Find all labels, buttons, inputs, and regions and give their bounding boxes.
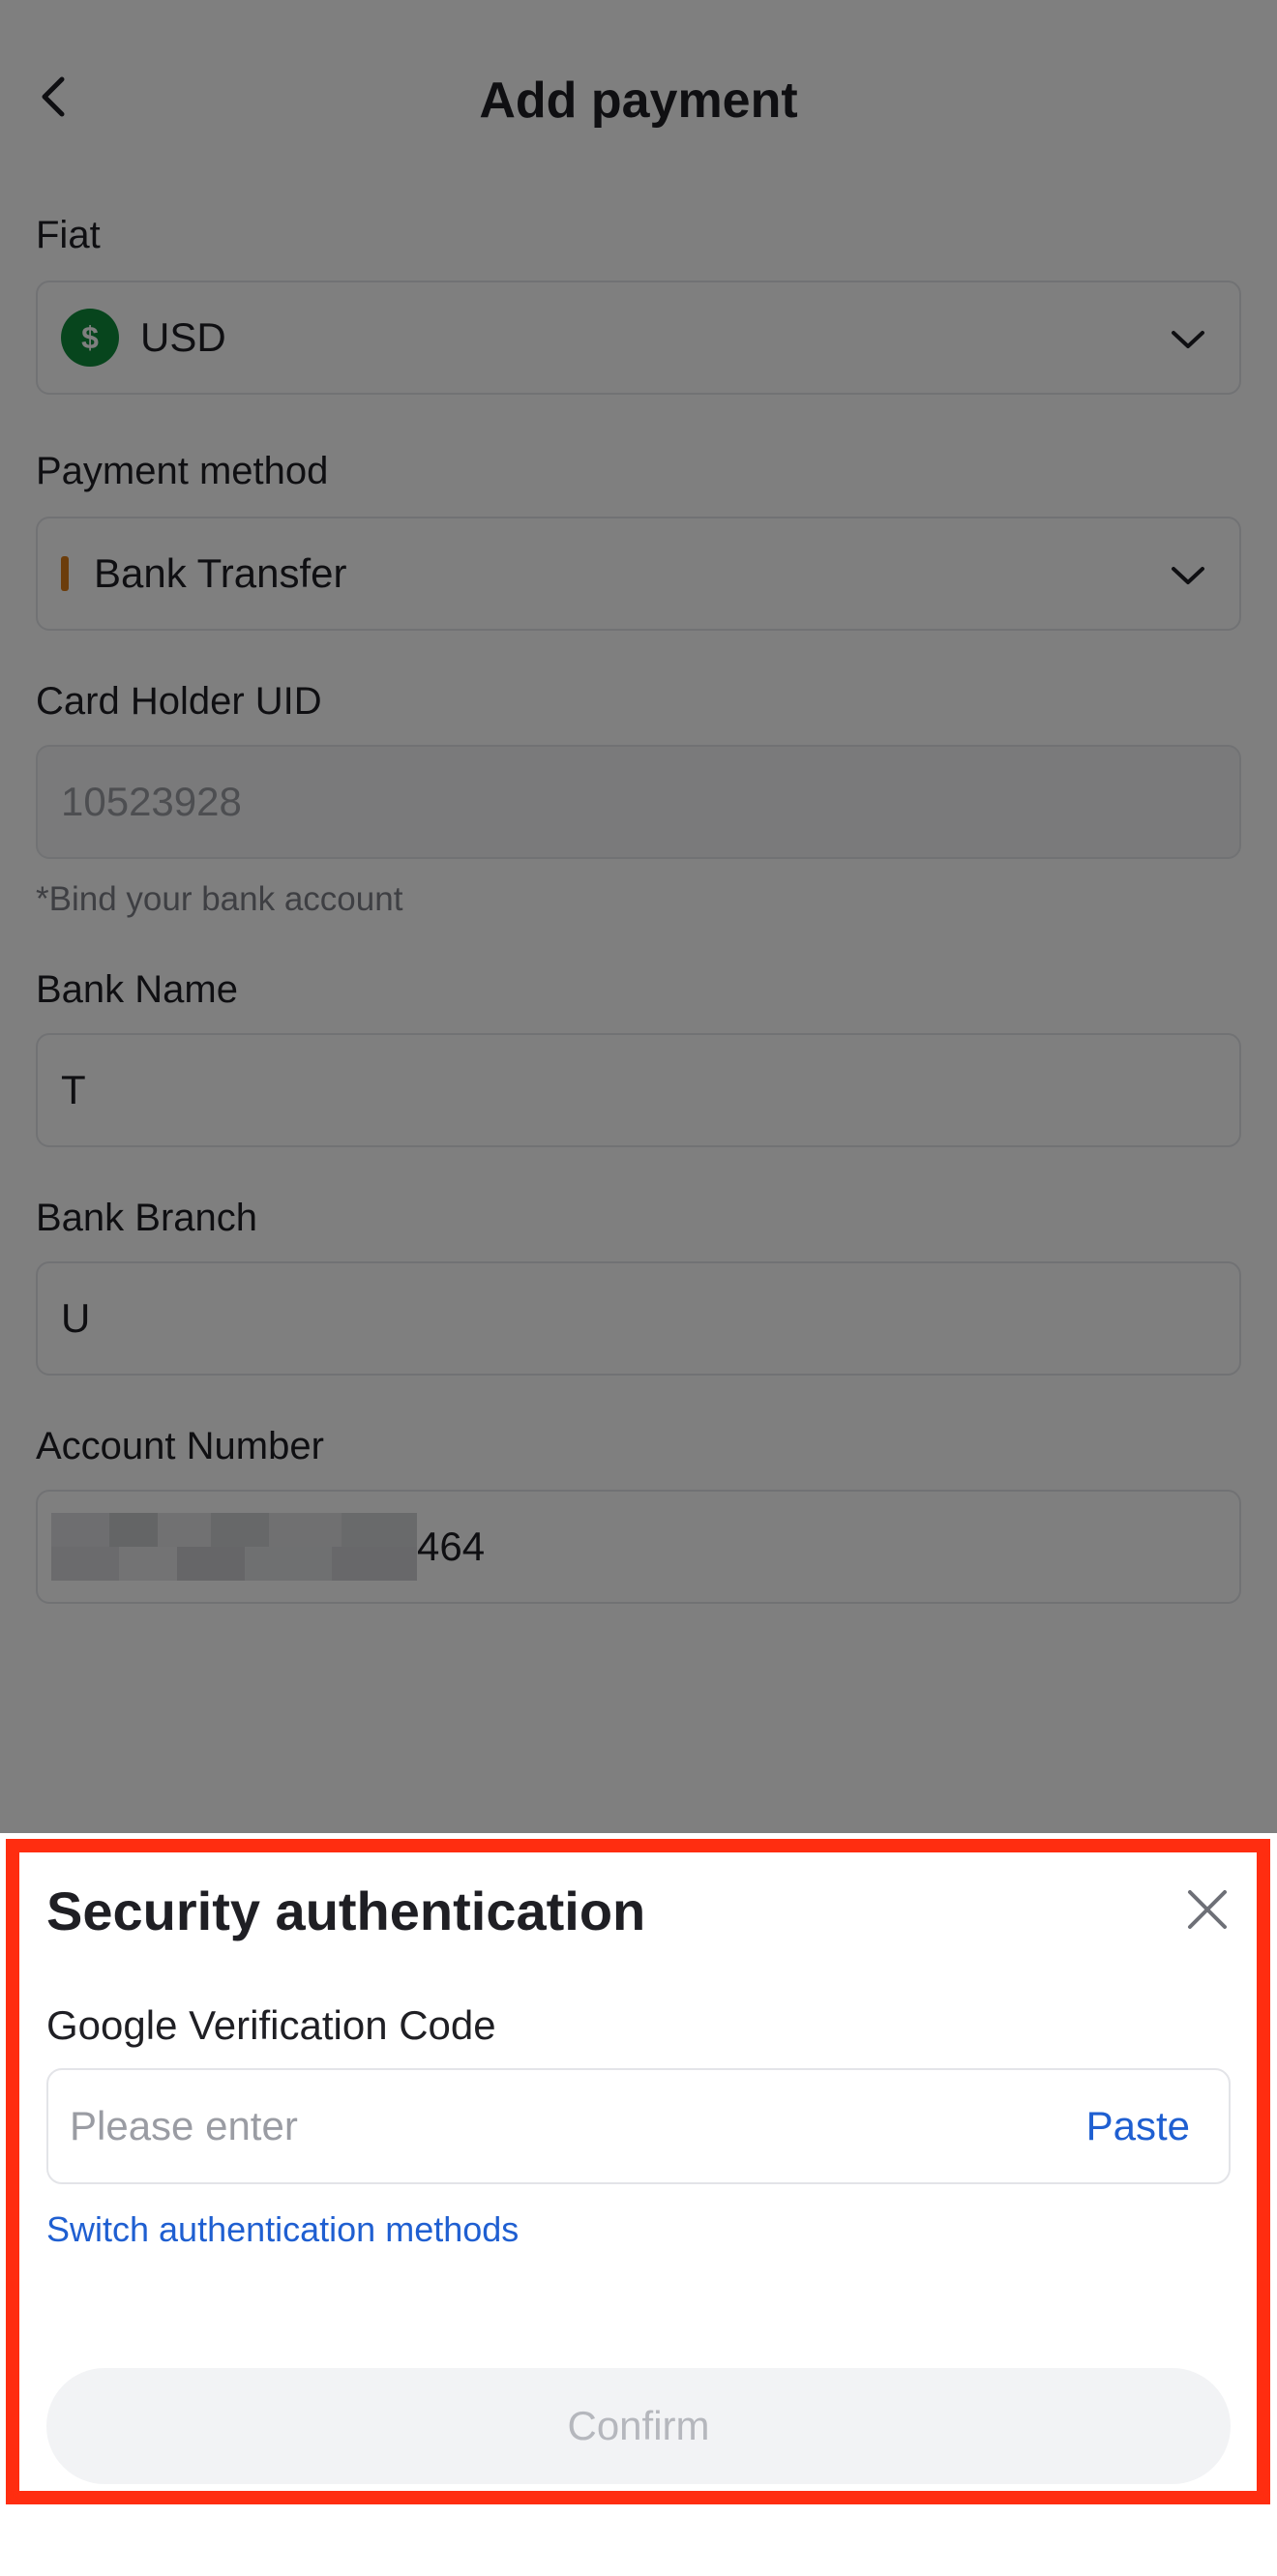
google-code-input[interactable]: [70, 2103, 1086, 2149]
close-icon: [1188, 1890, 1227, 1929]
google-code-field: Paste: [46, 2068, 1231, 2184]
switch-auth-methods-link[interactable]: Switch authentication methods: [46, 2207, 519, 2252]
close-button[interactable]: [1182, 1884, 1232, 1935]
add-payment-screen: Add payment Fiat $ USD Payment method Ba…: [0, 0, 1277, 2576]
sheet-title: Security authentication: [46, 1880, 646, 1941]
paste-button[interactable]: Paste: [1086, 2103, 1190, 2149]
confirm-button[interactable]: Confirm: [46, 2368, 1231, 2484]
google-code-label: Google Verification Code: [46, 2002, 496, 2048]
